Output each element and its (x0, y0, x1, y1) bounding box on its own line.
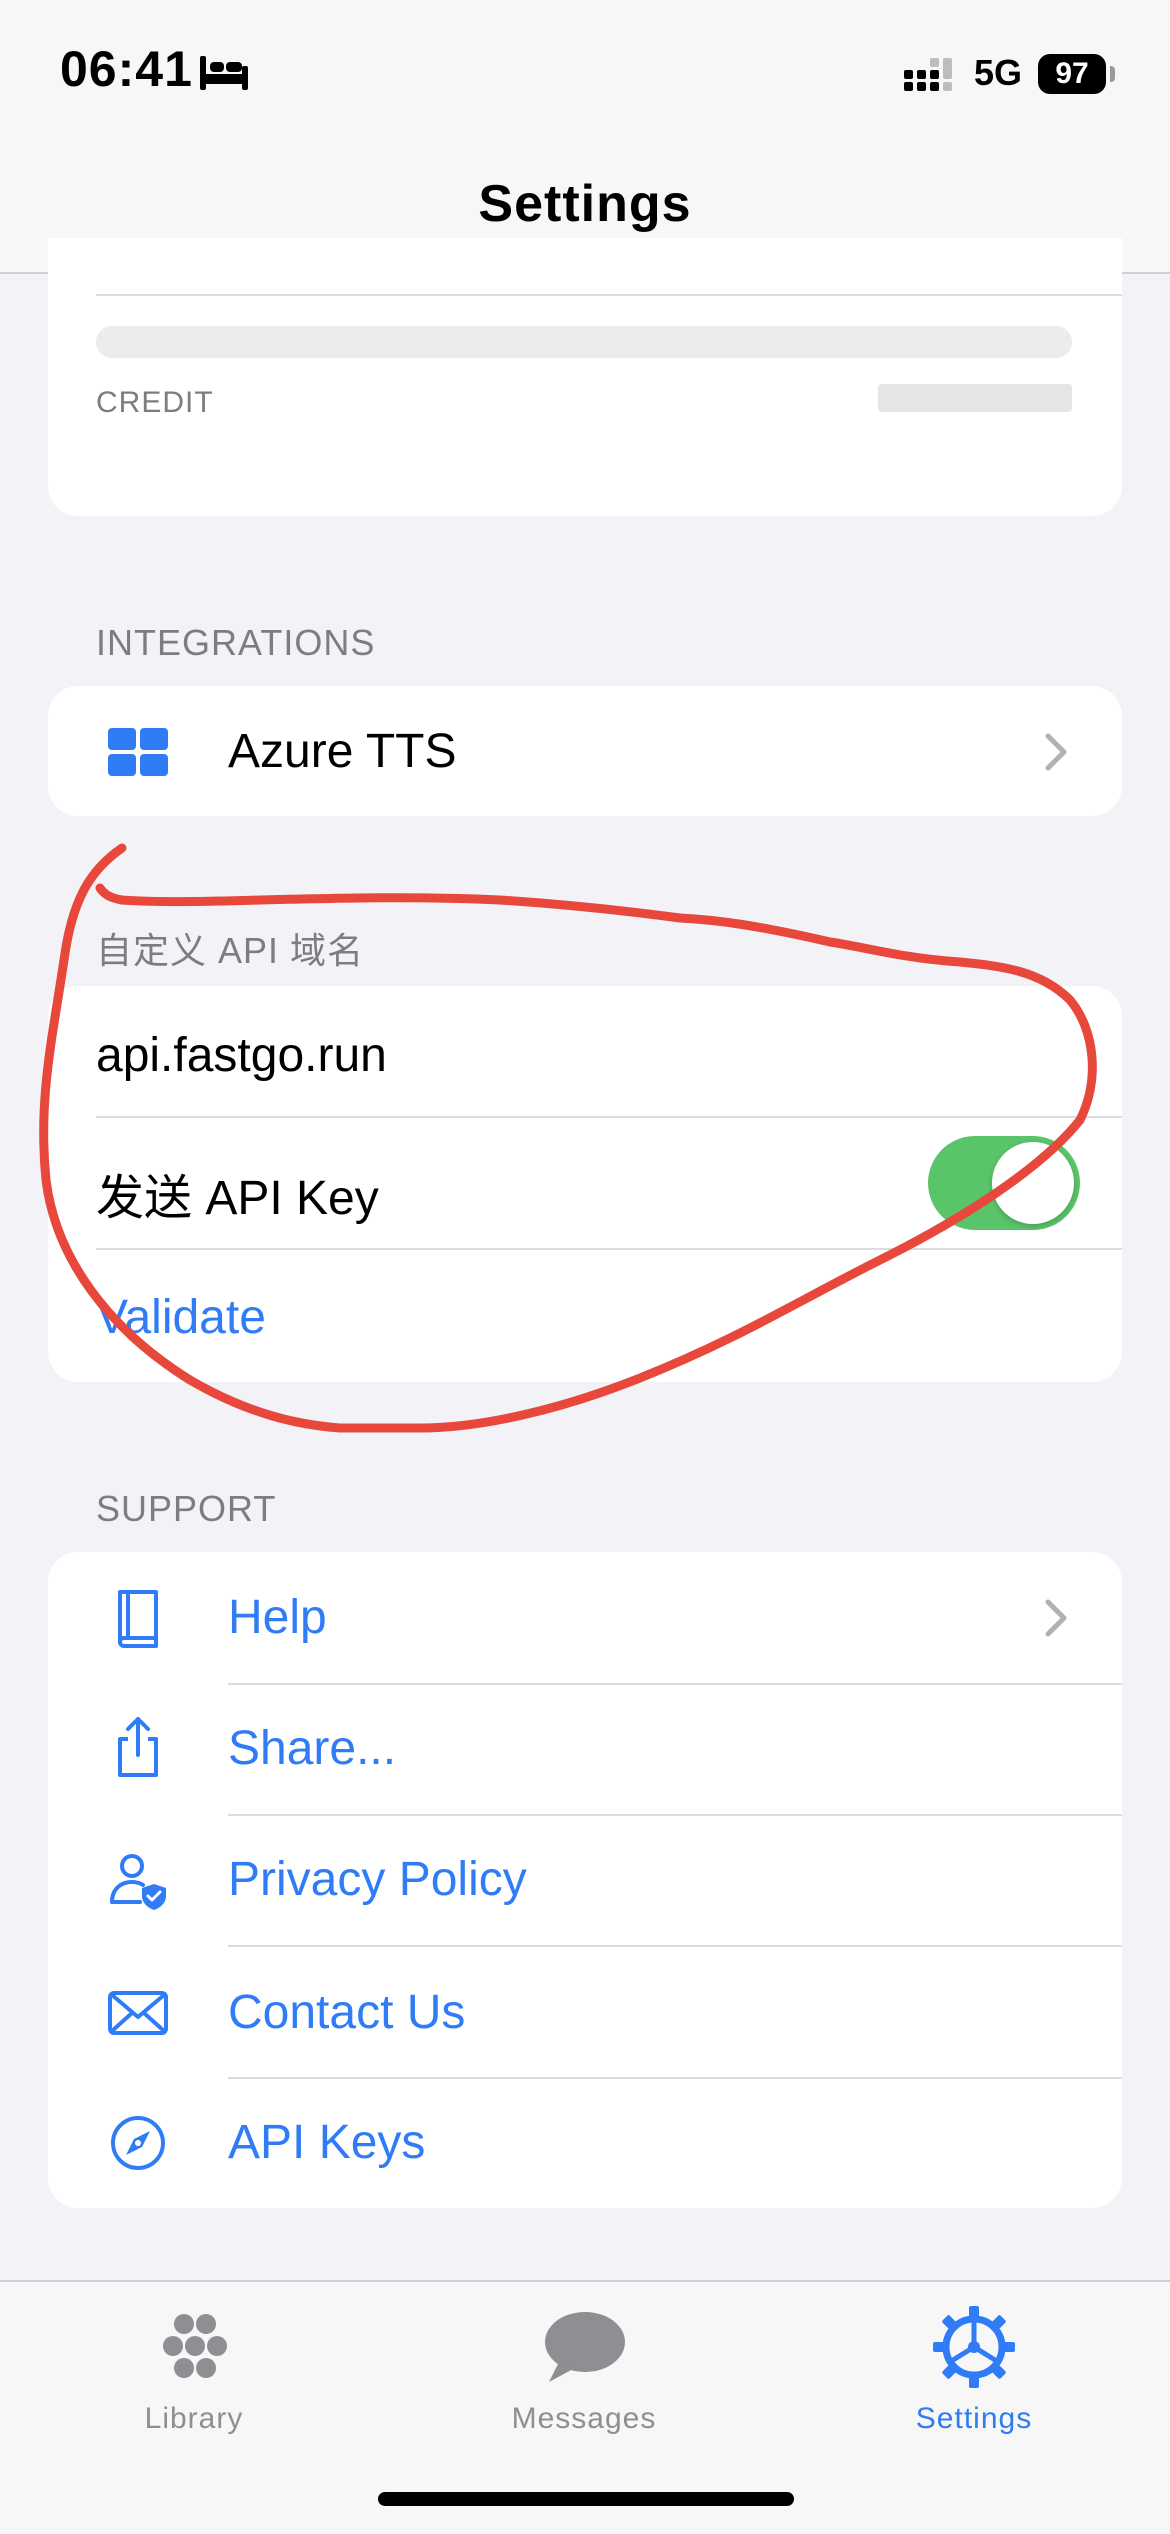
compass-icon (111, 2116, 165, 2170)
support-item-share[interactable]: Share... (48, 1685, 1122, 1814)
gear-icon (933, 2306, 1015, 2388)
battery-nub (1110, 66, 1115, 82)
tab-library-label: Library (144, 2402, 244, 2435)
privacy-shield-person-icon (110, 1854, 166, 1910)
tab-library[interactable]: Library (74, 2302, 314, 2436)
tab-bar: Library Messages Settings (0, 2280, 1170, 2534)
tab-settings-label: Settings (915, 2402, 1033, 2435)
book-icon (118, 1590, 158, 1648)
support-item-api-keys[interactable]: API Keys (48, 2079, 1122, 2208)
divider (96, 1116, 1122, 1118)
azure-tts-label: Azure TTS (228, 725, 457, 778)
credit-label: CREDIT (96, 386, 214, 419)
send-api-key-label: 发送 API Key (96, 1172, 379, 1225)
validate-button[interactable]: Validate (96, 1290, 266, 1345)
battery-indicator: 97 (1038, 54, 1106, 94)
support-item-privacy-policy[interactable]: Privacy Policy (48, 1816, 1122, 1945)
share-icon (118, 1717, 158, 1777)
support-card: Help Share... Privacy Policy Contact Us … (48, 1552, 1122, 2208)
envelope-icon (108, 1991, 168, 2035)
share-label: Share... (228, 1722, 397, 1775)
chevron-right-icon (1045, 733, 1067, 771)
azure-tts-row[interactable]: Azure TTS (48, 686, 1122, 816)
support-item-contact-us[interactable]: Contact Us (48, 1947, 1122, 2077)
api-keys-label: API Keys (228, 2116, 426, 2169)
toggle-knob (992, 1142, 1074, 1224)
home-indicator (378, 2492, 794, 2506)
help-label: Help (228, 1591, 327, 1644)
windows-logo-icon (108, 728, 168, 776)
support-header: SUPPORT (96, 1488, 277, 1529)
page-title: Settings (478, 175, 692, 233)
network-type: 5G (974, 52, 1023, 93)
chevron-right-icon (1045, 1599, 1067, 1637)
contact-us-label: Contact Us (228, 1986, 466, 2039)
status-time: 06:41 (60, 41, 193, 97)
grid-dots-icon (163, 2314, 227, 2378)
divider (96, 1248, 1122, 1250)
account-card: CREDIT (48, 238, 1122, 516)
credit-progress-bar (96, 326, 1072, 358)
tab-settings[interactable]: Settings (854, 2302, 1094, 2436)
cellular-signal-icon (904, 58, 952, 91)
divider (96, 294, 1122, 296)
api-domain-field[interactable]: api.fastgo.run (96, 1028, 387, 1083)
sleep-focus-icon (200, 56, 248, 90)
tab-messages[interactable]: Messages (464, 2302, 704, 2436)
credit-value-placeholder (878, 384, 1072, 412)
custom-api-card: api.fastgo.run 发送 API Key Validate (48, 986, 1122, 1382)
tab-messages-label: Messages (511, 2402, 657, 2435)
send-api-key-toggle[interactable] (928, 1136, 1080, 1230)
top-bar: 06:41 5G 97 Settings (0, 0, 1170, 274)
custom-api-header: 自定义 API 域名 (96, 930, 365, 971)
integrations-header: INTEGRATIONS (96, 622, 376, 663)
speech-bubble-icon (545, 2312, 625, 2382)
privacy-policy-label: Privacy Policy (228, 1853, 527, 1906)
support-item-help[interactable]: Help (48, 1552, 1122, 1683)
